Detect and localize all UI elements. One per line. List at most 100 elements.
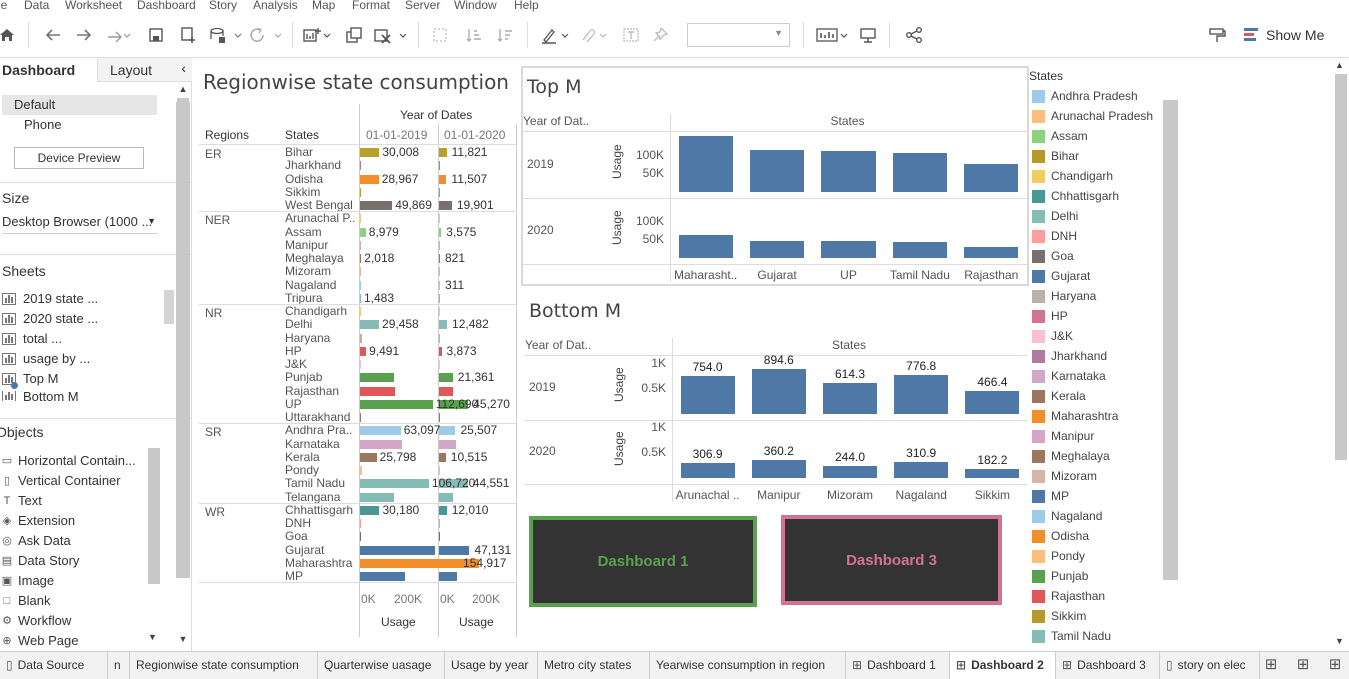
bar-2019[interactable] xyxy=(360,399,433,409)
bar-2020[interactable] xyxy=(439,360,440,369)
object-item[interactable]: ⊕ Web Page xyxy=(0,633,78,648)
new-dashboard-icon[interactable]: ⊞ xyxy=(1294,656,1312,674)
bar-2020[interactable] xyxy=(439,572,458,581)
sheet-item[interactable]: Bottom M xyxy=(2,391,79,401)
menu-item-format[interactable]: Format xyxy=(352,0,390,12)
bar-2020[interactable] xyxy=(439,307,440,316)
new-worksheet-icon[interactable] xyxy=(302,24,332,46)
bar-2019-3[interactable] xyxy=(894,375,949,414)
pin-icon[interactable] xyxy=(649,24,671,46)
bar-2020[interactable] xyxy=(439,492,453,502)
bar-2020[interactable] xyxy=(439,505,447,515)
bar-2020[interactable] xyxy=(439,519,440,528)
fit-icon[interactable] xyxy=(815,24,851,46)
format-painter-icon[interactable] xyxy=(1206,24,1228,46)
sheets-scrollbar[interactable] xyxy=(164,290,174,324)
bar-2019[interactable] xyxy=(360,240,361,250)
bar-2019[interactable] xyxy=(360,360,362,369)
bar-2019-4[interactable] xyxy=(964,163,1019,192)
sheet-tab-6[interactable]: Yearwise consumption in region xyxy=(650,652,846,679)
new-worksheet-icon[interactable]: ⊞ xyxy=(1262,656,1280,674)
sheet-tab-5[interactable]: Metro city states xyxy=(538,652,650,679)
bar-2019[interactable] xyxy=(360,201,393,210)
legend-item[interactable]: Manipur xyxy=(1032,429,1094,443)
presentation-icon[interactable] xyxy=(857,24,879,46)
sheet-item[interactable]: 2019 state ... xyxy=(2,291,98,306)
tab-layout[interactable]: Layout ‹ xyxy=(97,58,192,82)
legend-item[interactable]: Odisha xyxy=(1032,529,1089,543)
object-item[interactable]: ⚙ Workflow xyxy=(0,613,71,628)
bar-2019-0[interactable] xyxy=(678,135,733,192)
legend-item[interactable]: Tamil Nadu xyxy=(1032,629,1111,643)
bar-2020[interactable] xyxy=(439,386,454,396)
sheet-tab-0[interactable]: ▯ Data Source xyxy=(0,652,108,679)
group-icon[interactable] xyxy=(429,24,451,46)
legend-item[interactable]: Delhi xyxy=(1032,209,1078,223)
bar-2019[interactable] xyxy=(360,545,435,555)
bar-2020[interactable] xyxy=(439,413,440,422)
legend-item[interactable]: J&K xyxy=(1032,329,1073,343)
bar-2019-2[interactable] xyxy=(822,383,878,414)
legend-item[interactable]: Bihar xyxy=(1032,149,1079,163)
bar-2020[interactable] xyxy=(439,346,442,356)
object-item[interactable]: ▣ Image xyxy=(0,573,54,588)
bar-2020[interactable] xyxy=(439,426,456,436)
menu-item-server[interactable]: Server xyxy=(405,0,440,12)
highlight-icon[interactable] xyxy=(540,24,572,46)
bar-2020[interactable] xyxy=(439,187,440,197)
sheet-tab-1[interactable]: n xyxy=(108,652,130,679)
bar-2019[interactable] xyxy=(360,466,362,475)
refresh-icon[interactable] xyxy=(248,24,282,46)
bar-2020-0[interactable] xyxy=(680,462,735,478)
bar-2019-2[interactable] xyxy=(821,150,876,192)
bar-2019[interactable] xyxy=(360,519,361,528)
bar-2019[interactable] xyxy=(360,307,361,316)
bar-2020[interactable] xyxy=(439,214,440,224)
legend-item[interactable]: Jharkhand xyxy=(1032,349,1107,363)
bar-2019[interactable] xyxy=(360,227,366,237)
collapse-icon[interactable]: ‹ xyxy=(181,60,186,76)
bar-2019[interactable] xyxy=(360,214,361,224)
bar-2019[interactable] xyxy=(360,333,362,343)
sheet-tab-10[interactable]: ▯ story on elec xyxy=(1160,652,1260,679)
legend-item[interactable]: Andhra Pradesh xyxy=(1032,89,1138,103)
bar-2019[interactable] xyxy=(360,373,394,383)
bar-2019[interactable] xyxy=(360,479,429,489)
bar-2020[interactable] xyxy=(439,227,442,237)
sheet-tab-4[interactable]: Usage by year xyxy=(445,652,538,679)
sheet-item[interactable]: total ... xyxy=(2,331,62,346)
bar-2020[interactable] xyxy=(439,333,440,343)
legend-item[interactable]: Arunachal Pradesh xyxy=(1032,109,1153,123)
bar-2019-1[interactable] xyxy=(751,369,806,414)
bar-2020[interactable] xyxy=(439,293,440,303)
bar-2020[interactable] xyxy=(439,148,447,157)
scroll-down-icon[interactable]: ▼ xyxy=(176,634,190,646)
menu-item-data[interactable]: Data xyxy=(24,0,49,12)
sheet-tab-7[interactable]: ⊞ Dashboard 1 xyxy=(846,652,950,679)
bar-2020[interactable] xyxy=(439,452,446,462)
sheet-tab-9[interactable]: ⊞ Dashboard 3 xyxy=(1056,652,1160,679)
sheet-tab-3[interactable]: Quarterwise uasage xyxy=(318,652,445,679)
legend-item[interactable]: Mizoram xyxy=(1032,469,1097,483)
bar-2020[interactable] xyxy=(439,161,440,171)
bar-2019[interactable] xyxy=(360,174,379,184)
dashboard-3-button[interactable]: Dashboard 3 xyxy=(781,515,1002,605)
device-preview-button[interactable]: Device Preview xyxy=(14,147,144,169)
replay-icon[interactable] xyxy=(104,24,134,46)
legend-item[interactable]: Nagaland xyxy=(1032,509,1102,523)
sheet-item[interactable]: usage by ... xyxy=(2,351,90,366)
canvas-scrollbar[interactable] xyxy=(176,102,190,578)
new-datasource-icon[interactable] xyxy=(177,24,199,46)
sheet-item[interactable]: 2020 state ... xyxy=(2,311,98,326)
object-item[interactable]: ◎ Ask Data xyxy=(0,533,71,548)
menu-item-le[interactable]: le xyxy=(0,0,7,12)
legend-item[interactable]: Punjab xyxy=(1032,569,1088,583)
bar-2020[interactable] xyxy=(439,439,456,449)
bar-2020-4[interactable] xyxy=(965,468,1020,478)
object-item[interactable]: ▯ Vertical Container xyxy=(0,473,121,488)
legend-item[interactable]: Maharashtra xyxy=(1032,409,1118,423)
save-icon[interactable] xyxy=(145,24,167,46)
size-select[interactable]: Desktop Browser (1000 ... ▼ xyxy=(2,214,158,234)
bar-2020-2[interactable] xyxy=(822,465,878,478)
bar-2019[interactable] xyxy=(360,386,395,396)
